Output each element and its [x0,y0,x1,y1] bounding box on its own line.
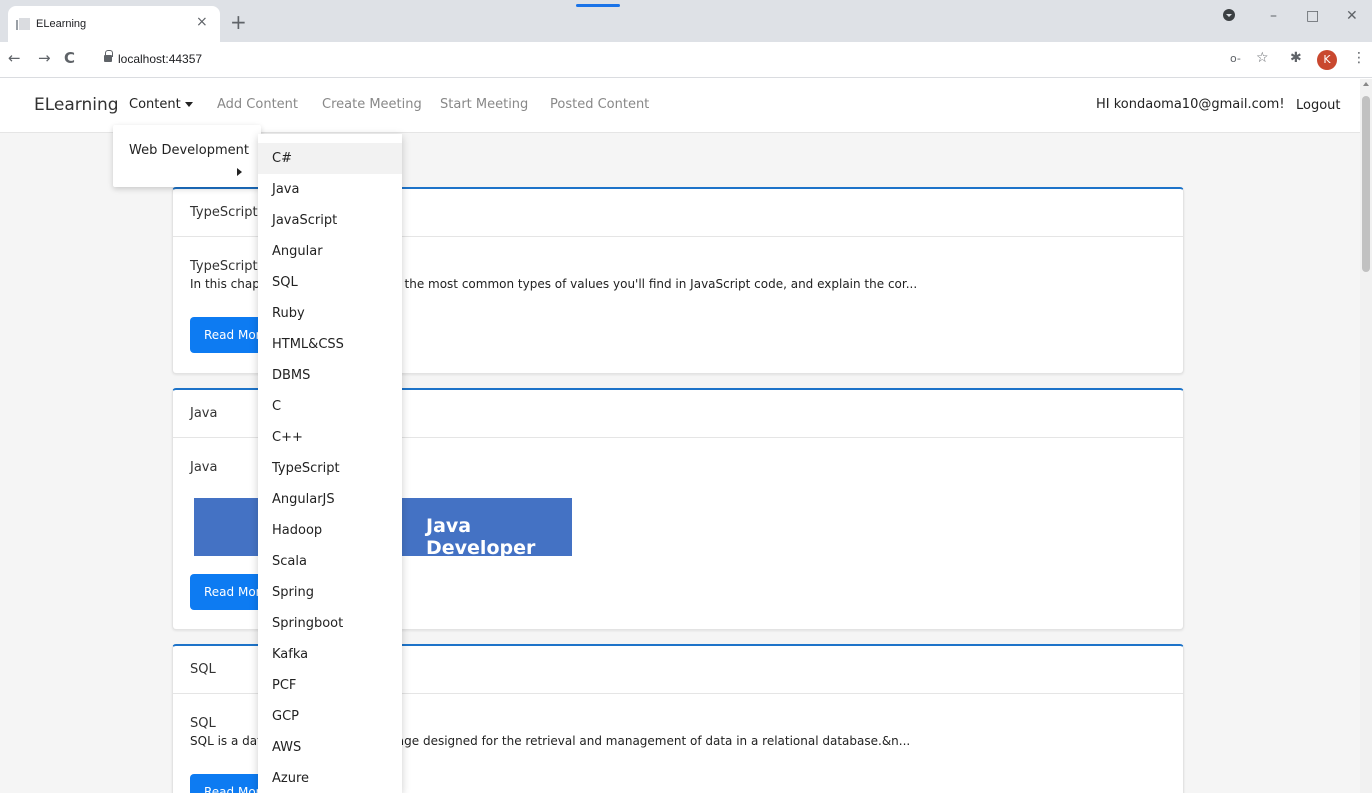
banner-text: Java Developer [426,515,536,559]
profile-status-icon[interactable] [1222,8,1236,26]
submenu-item[interactable]: Angular [258,236,402,267]
address-bar[interactable]: localhost:44357 [92,47,1222,73]
profile-avatar[interactable]: K [1317,50,1337,70]
restore-icon[interactable]: □ [1306,8,1319,24]
brand-logo[interactable]: ELearning [34,95,119,115]
menu-icon[interactable]: ⋮ [1352,50,1366,66]
submenu-item[interactable]: PCF [258,670,402,701]
nav-content-label: Content [129,97,181,112]
extensions-icon[interactable]: ✱ [1290,50,1302,66]
new-tab-icon[interactable]: + [230,10,247,34]
submenu-item[interactable]: SQL [258,267,402,298]
submenu-item[interactable]: Scala [258,546,402,577]
browser-tab[interactable]: ELearning × [8,6,220,42]
top-indicator [576,4,620,7]
submenu-item[interactable]: Spring [258,577,402,608]
back-icon[interactable]: ← [8,49,21,67]
submenu-item[interactable]: TypeScript [258,453,402,484]
tab-title: ELearning [36,18,87,30]
browser-toolbar: ← → C localhost:44357 o- ☆ ✱ K ⋮ [0,42,1372,78]
page-favicon-icon [16,18,30,30]
star-icon[interactable]: ☆ [1256,50,1269,66]
submenu-item[interactable]: AngularJS [258,484,402,515]
lock-icon[interactable] [104,50,113,62]
close-window-icon[interactable]: ✕ [1346,8,1358,24]
scrollbar-thumb[interactable] [1362,96,1370,272]
forward-icon[interactable]: → [38,49,51,67]
submenu-item[interactable]: Java [258,174,402,205]
submenu-item[interactable]: HTML&CSS [258,329,402,360]
submenu-item[interactable]: Azure [258,763,402,793]
submenu-web-development: C# Java JavaScript Angular SQL Ruby HTML… [258,134,402,793]
content-dropdown-menu: Web Development [113,125,261,187]
logout-link[interactable]: Logout [1296,98,1341,113]
submenu-item[interactable]: Ruby [258,298,402,329]
url-text[interactable]: localhost:44357 [118,52,202,66]
nav-posted-content[interactable]: Posted Content [550,97,649,112]
nav-start-meeting[interactable]: Start Meeting [440,97,528,112]
minimize-icon[interactable]: – [1270,8,1277,24]
submenu-item[interactable]: Springboot [258,608,402,639]
submenu-item[interactable]: DBMS [258,360,402,391]
submenu-item[interactable]: AWS [258,732,402,763]
submenu-item[interactable]: C# [258,143,402,174]
nav-create-meeting[interactable]: Create Meeting [322,97,422,112]
submenu-item[interactable]: Kafka [258,639,402,670]
browser-tab-bar: ELearning × + – □ ✕ [0,0,1372,42]
menu-item-web-development[interactable]: Web Development [129,143,249,158]
submenu-item[interactable]: Hadoop [258,515,402,546]
submenu-item[interactable]: GCP [258,701,402,732]
reload-icon[interactable]: C [64,49,75,67]
submenu-arrow-icon [237,168,242,176]
nav-add-content[interactable]: Add Content [217,97,298,112]
tab-close-icon[interactable]: × [196,14,208,30]
user-greeting[interactable]: HI kondaoma10@gmail.com! [1096,97,1285,112]
scroll-up-arrow-icon[interactable] [1363,82,1369,86]
submenu-item[interactable]: C++ [258,422,402,453]
nav-content-dropdown[interactable]: Content [129,97,193,112]
caret-down-icon [184,102,193,107]
submenu-item[interactable]: JavaScript [258,205,402,236]
key-icon[interactable]: o- [1230,52,1241,65]
submenu-item[interactable]: C [258,391,402,422]
